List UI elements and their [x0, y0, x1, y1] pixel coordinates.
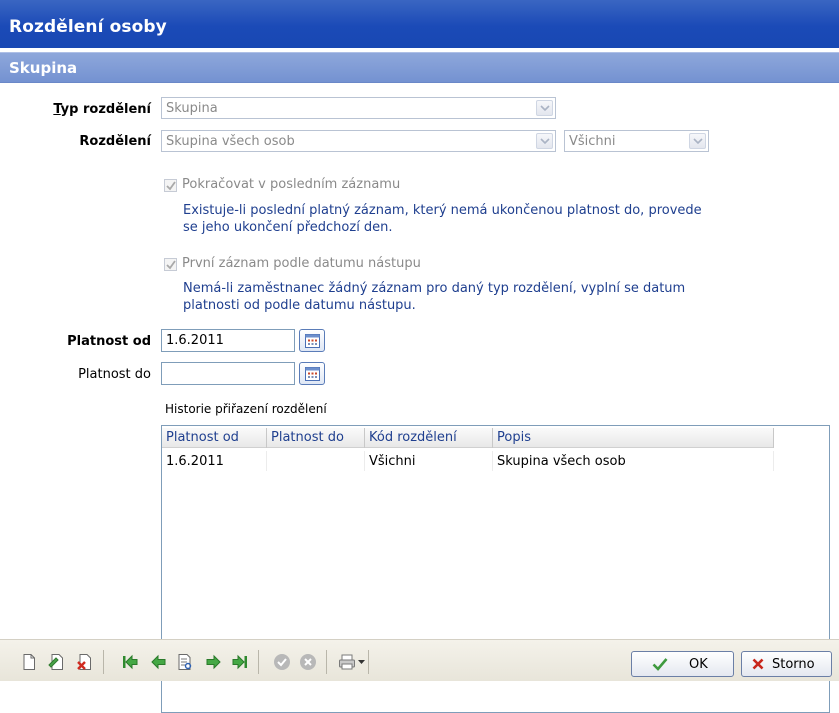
storno-button[interactable]: Storno	[741, 651, 832, 677]
next-record-icon[interactable]	[204, 653, 222, 671]
cell-platnost-do	[267, 451, 365, 471]
cell-popis: Skupina všech osob	[493, 451, 774, 471]
pokracovat-checkbox[interactable]	[164, 179, 177, 192]
record-detail-icon[interactable]	[176, 653, 194, 671]
prvni-zaznam-description: Nemá-li zaměstnanec žádný záznam pro dan…	[183, 280, 685, 314]
rozdeleni-combo[interactable]: Skupina všech osob	[161, 130, 556, 152]
ok-button[interactable]: OK	[631, 651, 734, 677]
pokracovat-description: Existuje-li poslední platný záznam, kter…	[183, 202, 702, 236]
edit-document-icon[interactable]	[48, 653, 66, 671]
toolbar-separator	[258, 650, 259, 674]
previous-record-icon[interactable]	[150, 653, 168, 671]
chevron-down-icon[interactable]	[689, 133, 706, 149]
column-header-popis[interactable]: Popis	[493, 428, 774, 448]
new-document-icon[interactable]	[20, 653, 38, 671]
typ-rozdeleni-label: Typ rozdělení	[41, 102, 151, 117]
typ-rozdeleni-combo[interactable]: Skupina	[161, 97, 556, 119]
table-row[interactable]: 1.6.2011 Všichni Skupina všech osob	[162, 451, 774, 471]
rozdeleni-label: Rozdělení	[79, 134, 151, 149]
rozdeleni-sub-value: Všichni	[569, 134, 616, 149]
cell-platnost-od: 1.6.2011	[162, 451, 267, 471]
calendar-icon	[305, 334, 320, 348]
prvni-zaznam-description-line1: Nemá-li zaměstnanec žádný záznam pro dan…	[183, 281, 686, 296]
prvni-zaznam-checkbox[interactable]	[164, 258, 177, 271]
platnost-do-input[interactable]	[161, 362, 295, 385]
close-icon	[752, 658, 764, 670]
print-icon[interactable]	[338, 653, 356, 671]
dialog-window: Rozdělení osoby Skupina Typ rozdělení Sk…	[0, 0, 839, 713]
cancel-icon[interactable]	[299, 653, 317, 671]
pokracovat-label[interactable]: Pokračovat v posledním záznamu	[182, 177, 400, 192]
column-header-platnost-od[interactable]: Platnost od	[162, 428, 267, 448]
section-title: Skupina	[9, 59, 78, 77]
window-title: Rozdělení osoby	[9, 17, 167, 37]
calendar-icon	[305, 367, 320, 381]
form-content: Typ rozdělení Skupina Rozdělení Skupina …	[0, 84, 839, 713]
print-dropdown-icon[interactable]	[358, 660, 365, 665]
chevron-down-icon[interactable]	[536, 100, 553, 116]
section-header: Skupina	[0, 52, 839, 83]
prvni-zaznam-description-line2: platnosti od podle datumu nástupu.	[183, 298, 416, 313]
platnost-do-calendar-button[interactable]	[299, 362, 325, 385]
bottom-toolbar: OK Storno	[0, 639, 839, 681]
last-record-icon[interactable]	[231, 653, 249, 671]
typ-rozdeleni-accesskey: T	[53, 102, 61, 117]
history-grid-header: Platnost od Platnost do Kód rozdělení Po…	[162, 428, 774, 448]
toolbar-separator	[368, 650, 369, 674]
toolbar-separator	[103, 650, 104, 674]
toolbar-separator	[326, 650, 327, 674]
first-record-icon[interactable]	[121, 653, 139, 671]
rozdeleni-value: Skupina všech osob	[166, 134, 295, 149]
cell-kod-rozdeleni: Všichni	[365, 451, 493, 471]
history-caption: Historie přiřazení rozdělení	[165, 402, 327, 416]
platnost-od-input[interactable]: 1.6.2011	[161, 329, 295, 352]
platnost-od-calendar-button[interactable]	[299, 329, 325, 352]
prvni-zaznam-label[interactable]: První záznam podle datumu nástupu	[182, 256, 421, 271]
pokracovat-description-line2: se jeho ukončení předchozí den.	[183, 220, 393, 235]
delete-document-icon[interactable]	[76, 653, 94, 671]
chevron-down-icon[interactable]	[536, 133, 553, 149]
rozdeleni-sub-combo[interactable]: Všichni	[564, 130, 709, 152]
platnost-od-label: Platnost od	[67, 334, 151, 349]
confirm-icon[interactable]	[273, 653, 291, 671]
checkmark-icon	[652, 658, 668, 671]
pokracovat-description-line1: Existuje-li poslední platný záznam, kter…	[183, 203, 702, 218]
ok-button-label: OK	[689, 657, 708, 672]
platnost-do-label: Platnost do	[78, 367, 151, 382]
column-header-platnost-do[interactable]: Platnost do	[267, 428, 365, 448]
platnost-od-value: 1.6.2011	[166, 333, 224, 348]
column-header-kod-rozdeleni[interactable]: Kód rozdělení	[365, 428, 493, 448]
title-bar: Rozdělení osoby	[0, 0, 839, 48]
storno-button-label: Storno	[772, 657, 815, 672]
typ-rozdeleni-value: Skupina	[166, 101, 218, 116]
typ-rozdeleni-label-text: yp rozdělení	[60, 102, 151, 117]
